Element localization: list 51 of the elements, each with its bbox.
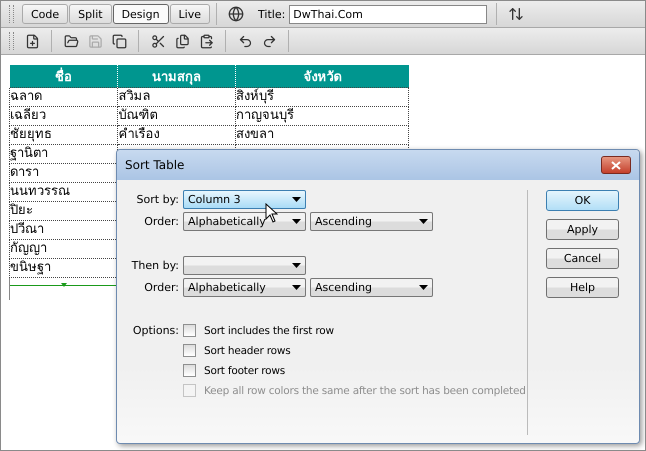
- dialog-title: Sort Table: [125, 158, 184, 172]
- caret-icon: [419, 219, 428, 224]
- dialog-button[interactable]: Apply: [546, 219, 619, 240]
- order-label: Order:: [143, 215, 179, 228]
- options-label: Options:: [132, 324, 179, 339]
- dialog-button[interactable]: Help: [546, 277, 619, 298]
- direction-dropdown[interactable]: Ascending: [310, 212, 433, 231]
- table-cell: สวิมล: [118, 88, 236, 106]
- checkbox[interactable]: [183, 364, 196, 377]
- view-tab[interactable]: Live: [170, 4, 210, 24]
- caret-icon: [419, 285, 428, 290]
- order-dropdown[interactable]: Alphabetically: [183, 278, 306, 297]
- close-button[interactable]: [601, 156, 631, 174]
- dialog-button[interactable]: Cancel: [546, 248, 619, 269]
- title-label: Title:: [258, 8, 286, 20]
- direction-dropdown[interactable]: Ascending: [310, 278, 433, 297]
- view-tab[interactable]: Split: [69, 4, 112, 24]
- table-cell: เฉลียว: [10, 106, 118, 126]
- order-dropdown[interactable]: Alphabetically: [183, 212, 306, 231]
- caret-icon: [292, 197, 301, 202]
- caret-icon: [292, 263, 301, 268]
- then-by-dropdown[interactable]: [183, 256, 306, 275]
- option-label: Sort header rows: [204, 344, 291, 356]
- table-cell: บัณฑิต: [118, 106, 236, 126]
- option-label: Sort includes the first row: [204, 324, 334, 336]
- title-field[interactable]: DwThai.Com: [289, 4, 488, 24]
- column-header: ชื่อ: [10, 65, 118, 88]
- caret-icon: [292, 219, 301, 224]
- table-cell: สงขลา: [236, 126, 408, 144]
- view-tab[interactable]: Code: [22, 4, 68, 24]
- dialog-button[interactable]: OK: [546, 190, 619, 211]
- table-cell: ชัยยุทธ: [10, 126, 118, 144]
- order-label: Order:: [143, 281, 179, 294]
- checkbox[interactable]: [183, 344, 196, 357]
- sort-by-label: Sort by:: [136, 193, 179, 206]
- table-cell: สิงห์บุรี: [236, 88, 408, 106]
- table-cell: คำเรือง: [118, 126, 236, 144]
- table-cell: กาญจนบุรี: [236, 106, 408, 126]
- sort-by-dropdown[interactable]: Column 3: [183, 190, 306, 209]
- option-label: Keep all row colors the same after the sort has been completed: [204, 384, 526, 396]
- mouse-pointer-icon: [265, 203, 278, 223]
- globe-icon[interactable]: [226, 4, 246, 24]
- then-by-label: Then by:: [130, 259, 179, 272]
- option-label: Sort footer rows: [204, 364, 286, 376]
- column-header: นามสกุล: [118, 65, 236, 88]
- table-cell: ฉลาด: [10, 88, 118, 106]
- column-header: จังหวัด: [236, 65, 408, 88]
- close-icon: [611, 160, 621, 170]
- caret-icon: [292, 285, 301, 290]
- checkbox[interactable]: [183, 324, 196, 337]
- view-tab[interactable]: Design: [112, 4, 169, 24]
